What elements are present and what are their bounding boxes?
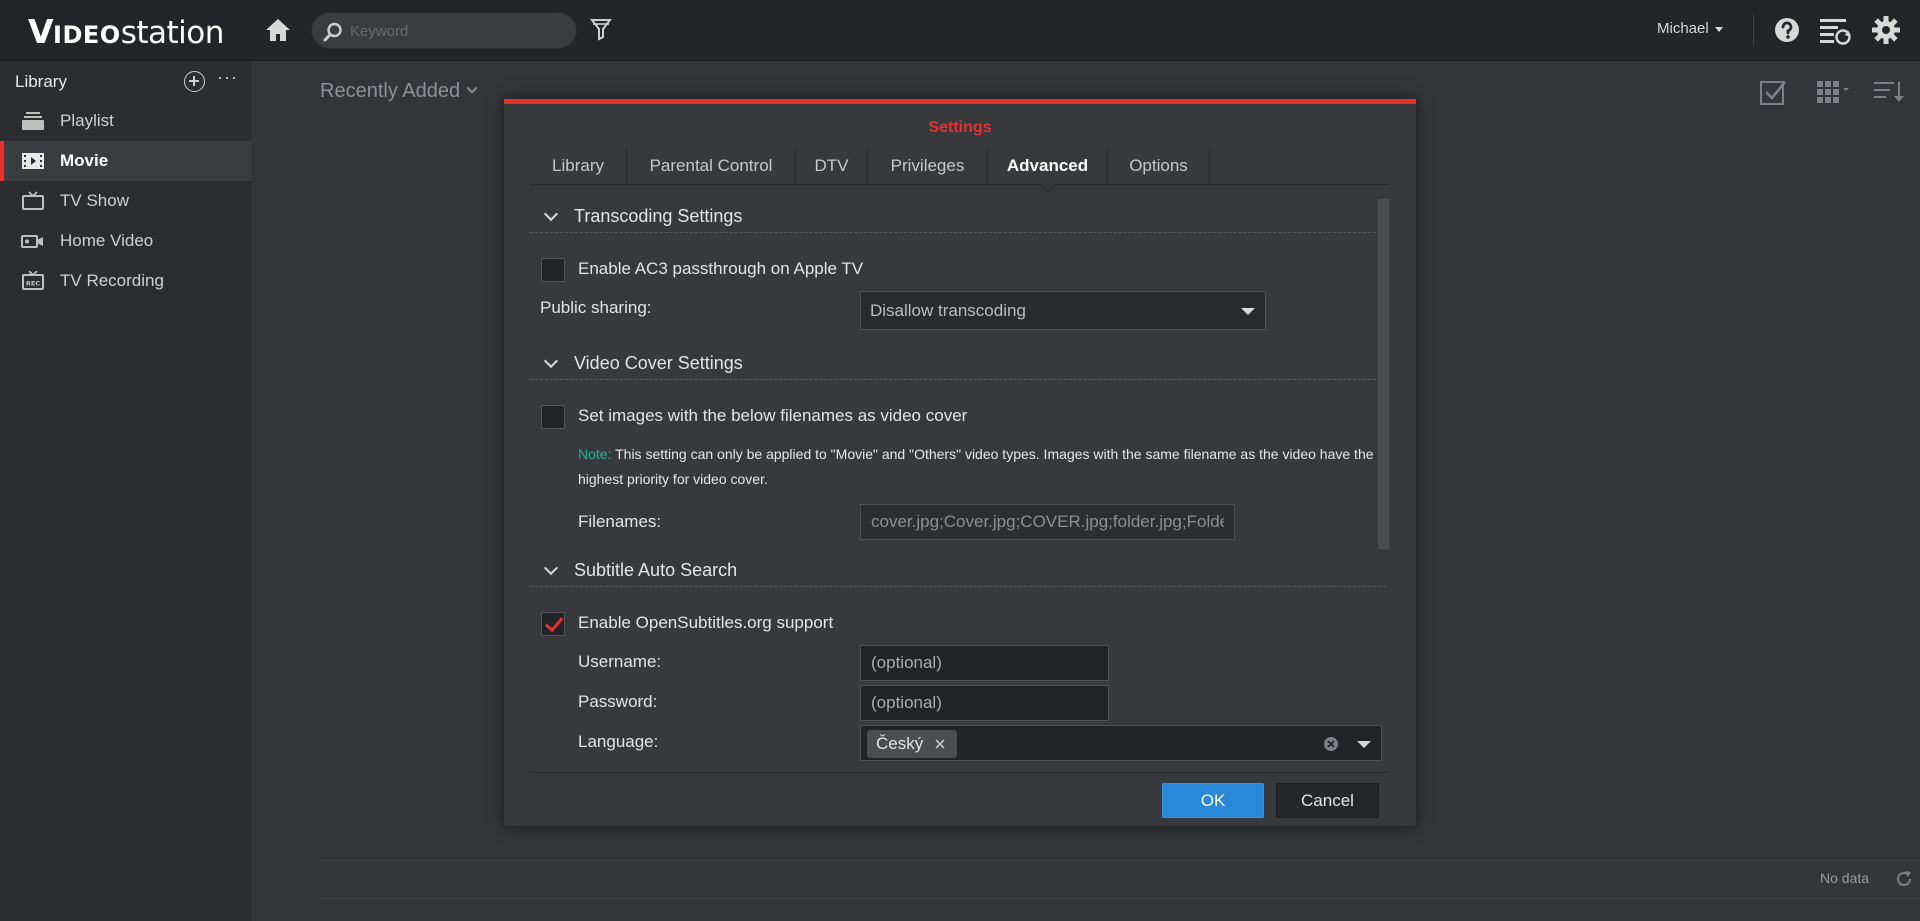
home-icon[interactable]	[264, 16, 292, 44]
refresh-icon[interactable]	[1894, 869, 1914, 889]
library-nav: Playlist Movie TV Show Home Video REC TV…	[0, 101, 251, 301]
public-sharing-select[interactable]: Disallow transcoding	[860, 291, 1266, 330]
tab-options[interactable]: Options	[1107, 147, 1210, 184]
svg-text:REC: REC	[26, 280, 40, 288]
section-title: Video Cover Settings	[574, 353, 743, 373]
search-box[interactable]	[311, 12, 577, 49]
footer-divider	[320, 860, 1920, 861]
search-icon	[322, 21, 344, 43]
recording-icon: REC	[21, 270, 45, 291]
sidebar-item-home-video[interactable]: Home Video	[0, 221, 251, 261]
language-tag: Český	[867, 730, 958, 758]
logo-text-v: V	[28, 12, 54, 51]
sidebar: Library ··· Playlist Movie TV Show Home	[0, 61, 251, 921]
language-tag-label: Český	[876, 734, 924, 753]
section-title: Subtitle Auto Search	[574, 560, 738, 580]
filter-icon[interactable]	[589, 17, 613, 41]
breadcrumb[interactable]: Recently Added	[320, 80, 478, 103]
breadcrumb-label: Recently Added	[320, 80, 461, 102]
username-label: Username:	[578, 652, 662, 671]
section-video-cover-header[interactable]: Video Cover Settings	[530, 346, 1386, 380]
app-logo: VIDEOstation	[28, 12, 224, 51]
filenames-label: Filenames:	[578, 512, 662, 531]
dialog-footer-divider	[530, 772, 1389, 773]
camera-icon	[21, 231, 45, 251]
sidebar-item-label: TV Show	[60, 191, 129, 210]
search-input[interactable]	[350, 19, 565, 43]
ac3-passthrough-checkbox[interactable]	[541, 258, 565, 282]
movie-icon	[21, 151, 45, 171]
video-cover-note: Note: This setting can only be applied t…	[578, 442, 1389, 492]
video-cover-label: Set images with the below filenames as v…	[578, 406, 968, 425]
clear-icon[interactable]	[1323, 736, 1339, 752]
caret-down-icon	[1357, 741, 1371, 748]
settings-dialog: Settings Library Parental Control DTV Pr…	[504, 99, 1416, 826]
password-input[interactable]	[860, 685, 1109, 721]
tab-dtv[interactable]: DTV	[795, 147, 867, 184]
playlist-icon	[21, 111, 45, 131]
section-subtitle-header[interactable]: Subtitle Auto Search	[530, 553, 1386, 587]
public-sharing-value: Disallow transcoding	[870, 301, 1026, 320]
sidebar-item-tv-show[interactable]: TV Show	[0, 181, 251, 221]
status-text: No data	[1820, 870, 1870, 886]
tab-advanced[interactable]: Advanced	[987, 147, 1107, 184]
tab-library[interactable]: Library	[530, 147, 626, 184]
language-select[interactable]: Český	[860, 725, 1382, 761]
sidebar-item-tv-recording[interactable]: REC TV Recording	[0, 261, 251, 301]
add-library-icon[interactable]	[184, 71, 205, 92]
tab-parental-control[interactable]: Parental Control	[626, 147, 795, 184]
chevron-down-icon	[543, 560, 559, 576]
help-icon[interactable]	[1773, 16, 1801, 44]
settings-tabs: Library Parental Control DTV Privileges …	[530, 147, 1389, 185]
task-queue-icon[interactable]	[1818, 16, 1852, 46]
sidebar-item-movie[interactable]: Movie	[0, 141, 251, 181]
tab-privileges[interactable]: Privileges	[867, 147, 987, 184]
tv-icon	[21, 191, 45, 211]
language-label: Language:	[578, 732, 659, 751]
scrollbar[interactable]	[1378, 199, 1389, 549]
section-transcoding-header[interactable]: Transcoding Settings	[530, 199, 1386, 233]
caret-down-icon	[1241, 308, 1255, 315]
grid-view-icon[interactable]	[1816, 80, 1856, 104]
note-tag: Note:	[578, 446, 612, 462]
password-label: Password:	[578, 692, 658, 711]
chevron-down-icon	[543, 206, 559, 222]
ok-button[interactable]: OK	[1162, 783, 1264, 818]
toolbar-divider	[1753, 14, 1754, 46]
public-sharing-label: Public sharing:	[540, 298, 652, 317]
footer-divider	[320, 898, 1920, 899]
user-menu[interactable]: Michael	[1657, 20, 1723, 37]
select-mode-icon[interactable]	[1759, 78, 1787, 106]
chevron-down-icon	[466, 82, 478, 94]
settings-content: Transcoding Settings Enable AC3 passthro…	[530, 199, 1389, 764]
username-input[interactable]	[860, 645, 1109, 681]
gear-icon[interactable]	[1871, 15, 1901, 45]
dialog-title: Settings	[928, 119, 992, 136]
sidebar-item-label: Playlist	[60, 111, 114, 130]
opensubtitles-label: Enable OpenSubtitles.org support	[578, 613, 834, 632]
top-bar: VIDEOstation Michael	[0, 0, 1920, 61]
chevron-down-icon	[543, 353, 559, 369]
filenames-input[interactable]	[860, 504, 1235, 540]
cancel-button[interactable]: Cancel	[1276, 783, 1379, 818]
sidebar-item-label: Movie	[60, 151, 109, 170]
logo-text-ideo: IDEO	[53, 21, 121, 49]
sort-icon[interactable]	[1873, 80, 1905, 104]
ac3-passthrough-label: Enable AC3 passthrough on Apple TV	[578, 259, 864, 278]
library-title: Library	[15, 72, 67, 91]
sidebar-item-label: TV Recording	[60, 271, 164, 290]
user-name: Michael	[1657, 20, 1709, 37]
caret-down-icon	[1714, 26, 1723, 32]
sidebar-item-label: Home Video	[60, 231, 154, 250]
logo-text-station: station	[120, 15, 225, 51]
opensubtitles-checkbox[interactable]	[541, 612, 565, 636]
more-icon[interactable]: ···	[217, 67, 238, 88]
sidebar-item-playlist[interactable]: Playlist	[0, 101, 251, 141]
video-cover-checkbox[interactable]	[541, 405, 565, 429]
remove-tag-icon[interactable]	[931, 734, 951, 754]
note-text: This setting can only be applied to "Mov…	[578, 446, 1374, 487]
section-title: Transcoding Settings	[574, 206, 743, 226]
